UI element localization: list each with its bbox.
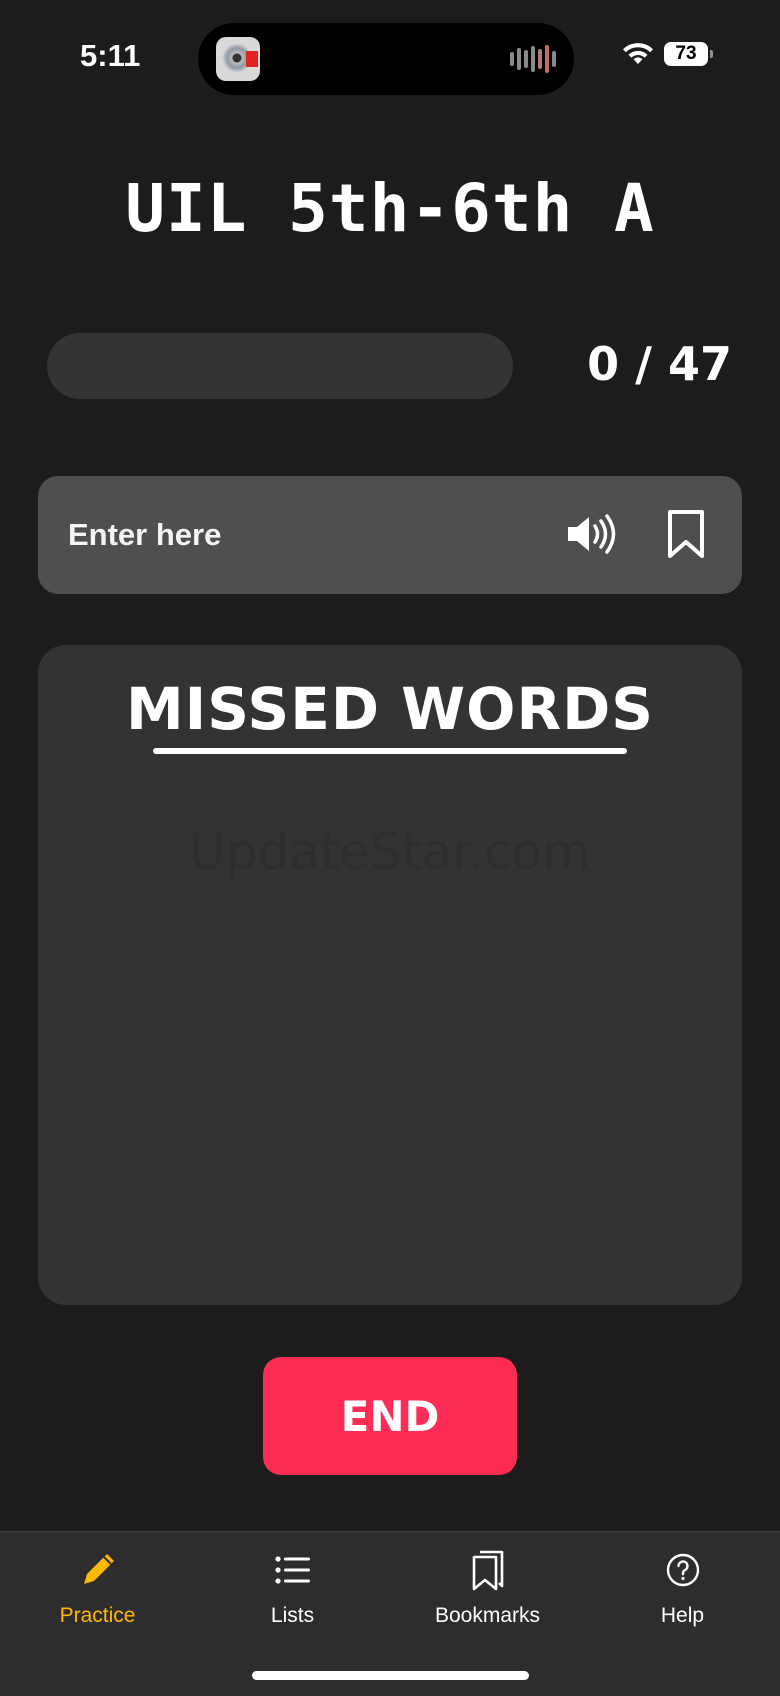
tab-label: Bookmarks [434, 1604, 541, 1627]
bookmarks-icon [472, 1550, 503, 1591]
progress-bar [47, 333, 513, 399]
end-button[interactable]: END [263, 1357, 517, 1475]
bookmark-button[interactable] [660, 504, 712, 564]
pencil-icon [83, 1554, 114, 1584]
dynamic-island [198, 23, 574, 95]
tab-lists[interactable]: Lists [195, 1542, 390, 1652]
wifi-icon [623, 43, 653, 64]
watermark: UpdateStar.com [189, 823, 591, 881]
speaker-icon [568, 514, 616, 554]
bookmark-icon [668, 510, 704, 558]
status-indicators: 73 [622, 42, 713, 66]
missed-words-card: MISSED WORDS UpdateStar.com [38, 645, 742, 1305]
audio-waveform-icon [510, 45, 556, 73]
progress-count: 0 / 47 [587, 337, 732, 391]
home-indicator [252, 1671, 529, 1680]
screen-recorder-app-icon [216, 37, 260, 81]
answer-input[interactable] [68, 510, 508, 560]
list-icon [274, 1556, 310, 1584]
battery-indicator: 73 [664, 42, 713, 66]
tab-bookmarks[interactable]: Bookmarks [390, 1542, 585, 1652]
tab-label: Lists [270, 1604, 315, 1627]
speak-word-button[interactable] [562, 506, 622, 562]
status-time: 5:11 [80, 38, 141, 73]
page-title: UIL 5th-6th A [125, 170, 655, 247]
tab-practice[interactable]: Practice [0, 1542, 195, 1652]
help-icon [666, 1553, 699, 1587]
missed-words-title: MISSED WORDS [125, 675, 655, 743]
tab-label: Help [660, 1604, 705, 1627]
tab-label: Practice [59, 1604, 136, 1627]
missed-words-underline [153, 748, 627, 754]
tab-help[interactable]: Help [585, 1542, 780, 1652]
answer-card [38, 476, 742, 594]
